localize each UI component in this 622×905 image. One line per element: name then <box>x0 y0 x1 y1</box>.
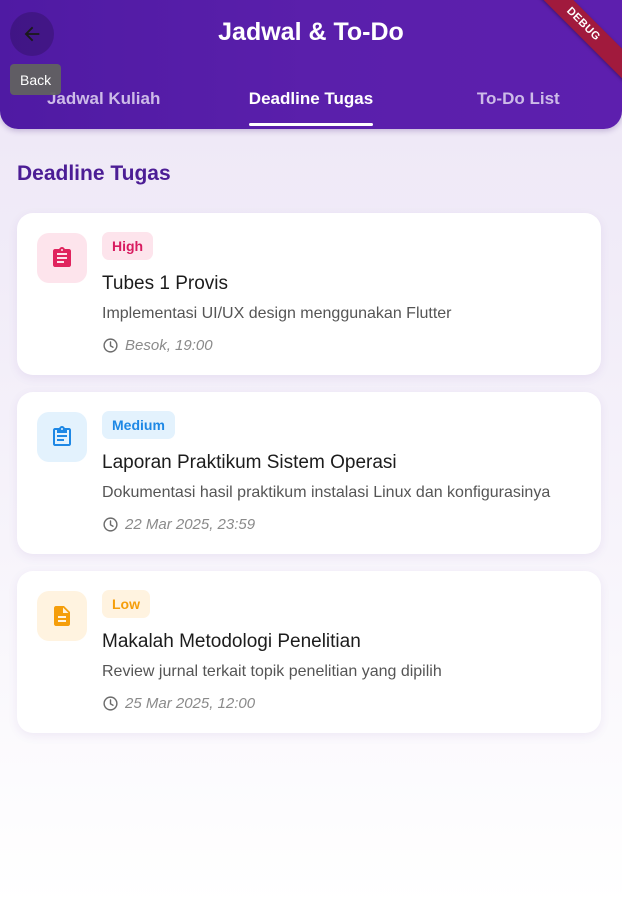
task-due-text: 22 Mar 2025, 23:59 <box>125 516 256 533</box>
task-icon-container <box>37 591 87 641</box>
task-card[interactable]: High Tubes 1 Provis Implementasi UI/UX d… <box>17 213 601 375</box>
tab-label: Jadwal Kuliah <box>46 89 161 108</box>
task-icon-container <box>37 412 87 462</box>
tab-label: To-Do List <box>476 89 560 108</box>
tab-todo-list[interactable]: To-Do List <box>415 80 622 129</box>
task-due: Besok, 19:00 <box>102 337 213 354</box>
task-description: Implementasi UI/UX design menggunakan Fl… <box>102 305 452 322</box>
description-icon <box>54 606 70 626</box>
assignment-icon <box>53 247 71 267</box>
clock-icon <box>103 517 118 532</box>
clock-icon <box>103 696 118 711</box>
priority-badge: Low <box>102 590 150 618</box>
priority-badge: High <box>102 232 154 260</box>
task-due: 22 Mar 2025, 23:59 <box>102 516 255 533</box>
tab-bar: Jadwal Kuliah Deadline Tugas To-Do List <box>0 80 622 129</box>
task-description: Dokumentasi hasil praktikum instalasi Li… <box>102 484 551 501</box>
task-title: Laporan Praktikum Sistem Operasi <box>102 452 397 473</box>
app-bar: Jadwal & To-Do Jadwal Kuliah Deadline Tu… <box>0 0 622 129</box>
task-due-text: Besok, 19:00 <box>125 337 213 354</box>
page-title: Jadwal & To-Do <box>218 18 404 46</box>
task-due: 25 Mar 2025, 12:00 <box>102 695 255 712</box>
back-tooltip: Back <box>10 64 62 95</box>
task-title: Makalah Metodologi Penelitian <box>102 631 361 652</box>
task-description: Review jurnal terkait topik penelitian y… <box>102 663 442 680</box>
task-title: Tubes 1 Provis <box>102 273 229 294</box>
assignment-outline-icon <box>53 426 71 446</box>
priority-badge: Medium <box>102 411 175 439</box>
clock-icon <box>103 338 118 353</box>
task-due-text: 25 Mar 2025, 12:00 <box>125 695 256 712</box>
task-icon-container <box>37 233 87 283</box>
section-heading: Deadline Tugas <box>17 162 171 185</box>
tab-label: Deadline Tugas <box>248 80 374 126</box>
task-card[interactable]: Low Makalah Metodologi Penelitian Review… <box>17 571 601 733</box>
task-card[interactable]: Medium Laporan Praktikum Sistem Operasi … <box>17 392 601 554</box>
tab-deadline-tugas[interactable]: Deadline Tugas <box>207 80 414 129</box>
